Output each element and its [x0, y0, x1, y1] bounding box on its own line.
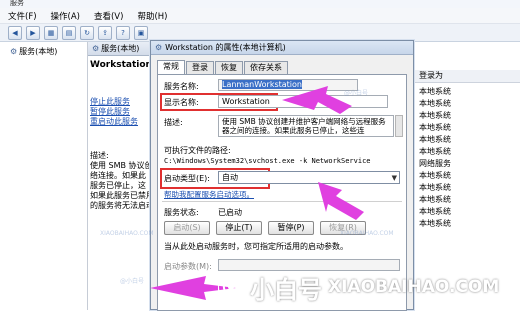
path-label: 可执行文件的路径: [164, 146, 231, 155]
watermark-text: XIAOBAIHAO.COM [100, 230, 154, 237]
forward-icon[interactable]: ▶ [26, 25, 40, 40]
menu-file[interactable]: 文件(F) [8, 10, 37, 22]
menu-bar: 文件(F) 操作(A) 查看(V) 帮助(H) [0, 8, 520, 24]
back-icon[interactable]: ◀ [8, 25, 22, 40]
brand-name-cn: 小白号 [250, 275, 322, 304]
start-params-label: 启动参数(M): [164, 262, 212, 271]
tree-node-services-local[interactable]: ⚙ 服务(本地) [10, 46, 57, 57]
services-header-label: 服务(本地) [101, 44, 140, 53]
menu-action[interactable]: 操作(A) [51, 10, 80, 22]
refresh-icon[interactable]: ↻ [80, 25, 94, 40]
start-button[interactable]: 启动(S) [164, 221, 210, 235]
watermark-text: @小白号 [120, 278, 145, 285]
display-name-label: 显示名称: [164, 98, 199, 107]
list-item[interactable]: 本地系统 [419, 182, 451, 193]
dialog-title-bar[interactable]: ⚙ Workstation 的属性(本地计算机) [151, 41, 413, 55]
brand-watermark: 小白号 XIAOBAIHAO.COM [218, 270, 518, 304]
list-item[interactable]: 本地系统 [419, 110, 451, 121]
service-name-label: 服务名称: [164, 82, 199, 91]
watermark-text: @小白号 [344, 90, 369, 97]
list-item[interactable]: 本地系统 [419, 194, 451, 205]
tab-recovery[interactable]: 恢复 [215, 61, 243, 74]
gear-icon: ⚙ [92, 44, 100, 53]
executable-path: C:\Windows\System32\svchost.exe -k Netwo… [164, 157, 371, 165]
list-item[interactable]: 网络服务 [419, 158, 451, 169]
startup-type-select[interactable]: 自动 ▼ [218, 171, 400, 184]
description-text: 使用 SMB 协议创建并维护客户端网络与远程服务器之间的连接。如果此服务已停止，… [218, 115, 394, 137]
pause-button[interactable]: 暂停(P) [268, 221, 314, 235]
list-item[interactable]: 本地系统 [419, 134, 451, 145]
brand-domain: XIAOBAIHAO.COM [328, 277, 500, 297]
divider [162, 201, 402, 202]
list-item[interactable]: 本地系统 [419, 218, 451, 229]
help-configure-link[interactable]: 帮助我配置服务启动选项。 [164, 189, 254, 200]
help-icon[interactable]: ? [116, 25, 130, 40]
show-tree-icon[interactable]: ▤ [62, 25, 76, 40]
list-item[interactable]: 本地系统 [419, 170, 451, 181]
properties-icon[interactable]: ▣ [134, 25, 148, 40]
tab-dependencies[interactable]: 依存关系 [244, 61, 288, 74]
menu-help[interactable]: 帮助(H) [137, 10, 167, 22]
list-item[interactable]: 本地系统 [419, 86, 451, 97]
startup-type-value: 自动 [222, 173, 238, 182]
export-icon[interactable]: ⇪ [98, 25, 112, 40]
window-title: 服务 [10, 0, 24, 7]
service-description-pane: Workstation 停止此服务 暂停此服务 重启动此服务 描述: 使用 SM… [88, 56, 158, 310]
tab-logon[interactable]: 登录 [186, 61, 214, 74]
list-item[interactable]: 本地系统 [419, 146, 451, 157]
service-status-value: 已启动 [218, 208, 242, 217]
description-scrollbar[interactable] [395, 115, 403, 137]
up-icon[interactable]: ▦ [44, 25, 58, 40]
tree-node-label: 服务(本地) [19, 47, 58, 56]
list-item[interactable]: 本地系统 [419, 206, 451, 217]
restart-service-link[interactable]: 重启动此服务 [90, 116, 138, 127]
chevron-down-icon: ▼ [391, 174, 397, 182]
dialog-title: Workstation 的属性(本地计算机) [165, 43, 286, 52]
description-label: 描述: [164, 118, 183, 127]
window-title-bar: 服务 [0, 0, 520, 8]
stop-button[interactable]: 停止(T) [216, 221, 262, 235]
list-item[interactable]: 本地系统 [419, 98, 451, 109]
service-name-field: LanmanWorkstation [218, 79, 358, 91]
service-name-value: LanmanWorkstation [222, 80, 302, 89]
gear-icon: ⚙ [155, 43, 163, 52]
watermark-text: XIAOBAIHAO.COM [340, 230, 394, 237]
gear-icon: ⚙ [10, 47, 18, 56]
service-status-label: 服务状态: [164, 208, 199, 217]
broadcast-icon [218, 277, 244, 297]
dialog-tabs: 常规 登录 恢复 依存关系 [157, 60, 289, 75]
column-header-logon[interactable]: 登录为 [415, 70, 520, 83]
tab-general[interactable]: 常规 [157, 60, 185, 75]
description-line: 的服务将无法启动 [90, 201, 154, 210]
start-params-note: 当从此处启动服务时，您可指定所适用的启动参数。 [164, 242, 348, 251]
menu-view[interactable]: 查看(V) [94, 10, 123, 22]
startup-type-label: 启动类型(E): [164, 174, 210, 183]
list-item[interactable]: 本地系统 [419, 122, 451, 133]
tree-pane: ⚙ 服务(本地) [0, 42, 88, 310]
service-name-heading: Workstation [90, 60, 152, 70]
